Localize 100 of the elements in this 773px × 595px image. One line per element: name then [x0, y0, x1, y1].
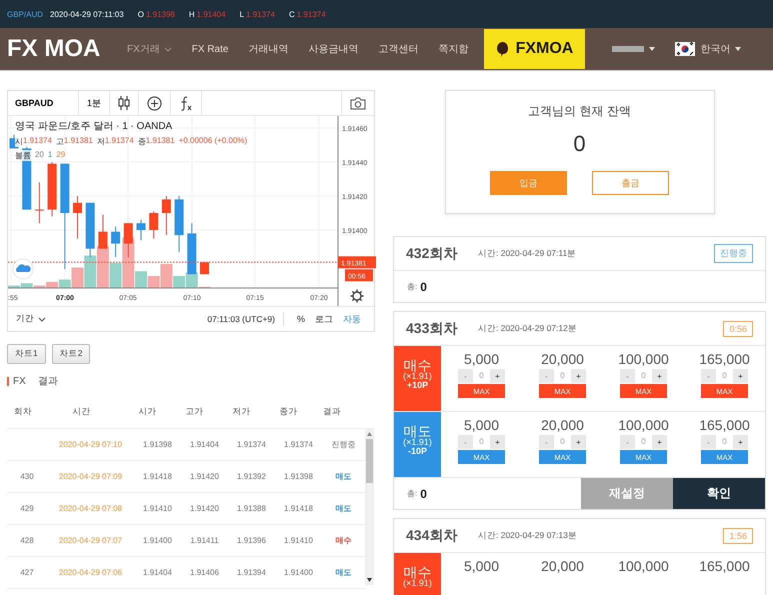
table-cell-text: 427 [19, 568, 35, 577]
decrement-button[interactable]: - [539, 435, 554, 449]
caret-icon [735, 47, 742, 51]
round-title: 432회차 [406, 244, 458, 262]
column-header: 회차 [13, 406, 33, 418]
nav-item[interactable]: 고객센터 [368, 42, 428, 56]
decrement-button[interactable]: - [539, 369, 554, 383]
volume-value: 29 [56, 150, 66, 161]
table-cell-text: 1.91410 [283, 536, 314, 545]
scroll-down-icon[interactable] [367, 578, 372, 582]
reset-button[interactable]: 재설정 [581, 478, 673, 509]
scroll-thumb[interactable] [366, 439, 373, 483]
chevron-icon [38, 316, 46, 322]
cloud-icon[interactable] [12, 258, 34, 280]
quantity-field[interactable]: 0 [473, 435, 490, 449]
nav-item[interactable]: 쪽지함 [428, 42, 478, 56]
table-cell-text: 1.91388 [236, 504, 267, 513]
candle [136, 219, 146, 241]
quantity-field[interactable]: 0 [635, 369, 652, 383]
quantity-field[interactable]: 0 [635, 435, 652, 449]
language-label: 한국어 [700, 43, 730, 56]
scale-option[interactable]: % [292, 314, 310, 324]
nav-item[interactable]: 사용금내역 [298, 42, 368, 56]
scale-option[interactable]: 로그 [310, 312, 338, 326]
increment-button[interactable]: + [652, 435, 667, 449]
decrement-button[interactable]: - [701, 435, 716, 449]
price-change: +0.00006 (+0.00%) [178, 136, 248, 147]
table-cell-text: 1.91411 [189, 536, 220, 545]
quote-label: H [188, 10, 195, 18]
nav-item[interactable]: 거래내역 [238, 42, 298, 56]
quote-value: 1.91398 [146, 10, 175, 18]
table-cell-text: 2020-04-29 07:09 [58, 472, 124, 481]
nav-item[interactable]: FX거래 [117, 42, 182, 56]
candle [200, 262, 209, 275]
table-cell-text: 1.91404 [142, 568, 173, 577]
total-value: 0 [420, 486, 427, 500]
withdraw-button[interactable]: 출금 [592, 171, 669, 195]
user-menu[interactable] [612, 46, 656, 52]
ohlc-label: 종 [138, 136, 146, 147]
table-cell-text: 2020-04-29 07:06 [58, 568, 124, 577]
section-title-prefix: FX [13, 376, 26, 386]
volume-value: 1 [48, 150, 52, 161]
scrollbar[interactable] [365, 429, 374, 585]
table-cell-text: 429 [19, 504, 35, 513]
increment-button[interactable]: + [733, 435, 748, 449]
confirm-button[interactable]: 확인 [673, 478, 765, 509]
balance-title: 고객님의 현재 잔액 [528, 103, 631, 120]
increment-button[interactable]: + [571, 435, 586, 449]
quantity-field[interactable]: 0 [554, 369, 571, 383]
period-menu[interactable]: 기간 [16, 313, 46, 325]
total-label: 총: [407, 488, 418, 499]
status-badge: 1:56 [723, 528, 753, 544]
deposit-button[interactable]: 입금 [490, 171, 567, 195]
fxmoa-banner[interactable]: FXMOA [484, 29, 586, 69]
decrement-button[interactable]: - [458, 435, 473, 449]
chart-tab[interactable]: 차트1 [7, 344, 46, 364]
ohlc-label: 시 [15, 136, 23, 147]
chart-tab[interactable]: 차트2 [52, 344, 90, 364]
quantity-field[interactable]: 0 [554, 435, 571, 449]
table-cell-text: 1.91394 [236, 568, 267, 577]
decrement-button[interactable]: - [620, 369, 635, 383]
table-cell-text: 1.91406 [189, 568, 220, 577]
scale-option[interactable]: 자동 [338, 312, 366, 326]
increment-button[interactable]: + [652, 369, 667, 383]
logo[interactable]: FX MOA [7, 35, 117, 63]
table-cell-text: 매도 [334, 503, 352, 514]
redacted-username [612, 46, 644, 52]
column-header: 고가 [184, 406, 204, 418]
bet-amount: 165,000 [699, 351, 750, 367]
chart-title: 영국 파운드/호주 달러 · 1 · OANDA [15, 120, 174, 133]
settings-icon[interactable] [350, 288, 364, 304]
volume-value: 20 [35, 150, 44, 161]
decrement-button[interactable]: - [458, 369, 473, 383]
nav-item[interactable]: FX Rate [182, 42, 238, 56]
decrement-button[interactable]: - [620, 435, 635, 449]
candle [34, 182, 44, 224]
scroll-up-icon[interactable] [367, 432, 372, 436]
table-cell-text: 1.91398 [283, 472, 314, 481]
ohlc-label: 고 [56, 136, 64, 147]
table-cell-text: 2020-04-29 07:07 [58, 536, 124, 545]
quantity-field[interactable]: 0 [473, 369, 490, 383]
language-menu[interactable]: 한국어 [675, 42, 742, 56]
bet-amount: 100,000 [618, 351, 669, 367]
status-badge: 진행중 [714, 244, 753, 263]
quantity-field[interactable]: 0 [716, 369, 733, 383]
bet-amount: 165,000 [699, 417, 750, 433]
increment-button[interactable]: + [733, 369, 748, 383]
table-cell-text: 1.91374 [283, 440, 314, 449]
speech-bubble-icon [496, 42, 508, 56]
column-header: 결과 [322, 406, 342, 418]
bet-amount: 100,000 [618, 417, 669, 433]
table-cell-text: 매도 [334, 567, 352, 578]
increment-button[interactable]: + [571, 369, 586, 383]
quantity-field[interactable]: 0 [716, 435, 733, 449]
banner-text: FXMOA [516, 40, 574, 58]
increment-button[interactable]: + [490, 435, 505, 449]
increment-button[interactable]: + [490, 369, 505, 383]
table-cell-text: 1.91374 [236, 440, 267, 449]
decrement-button[interactable]: - [701, 369, 716, 383]
candle [73, 196, 82, 239]
